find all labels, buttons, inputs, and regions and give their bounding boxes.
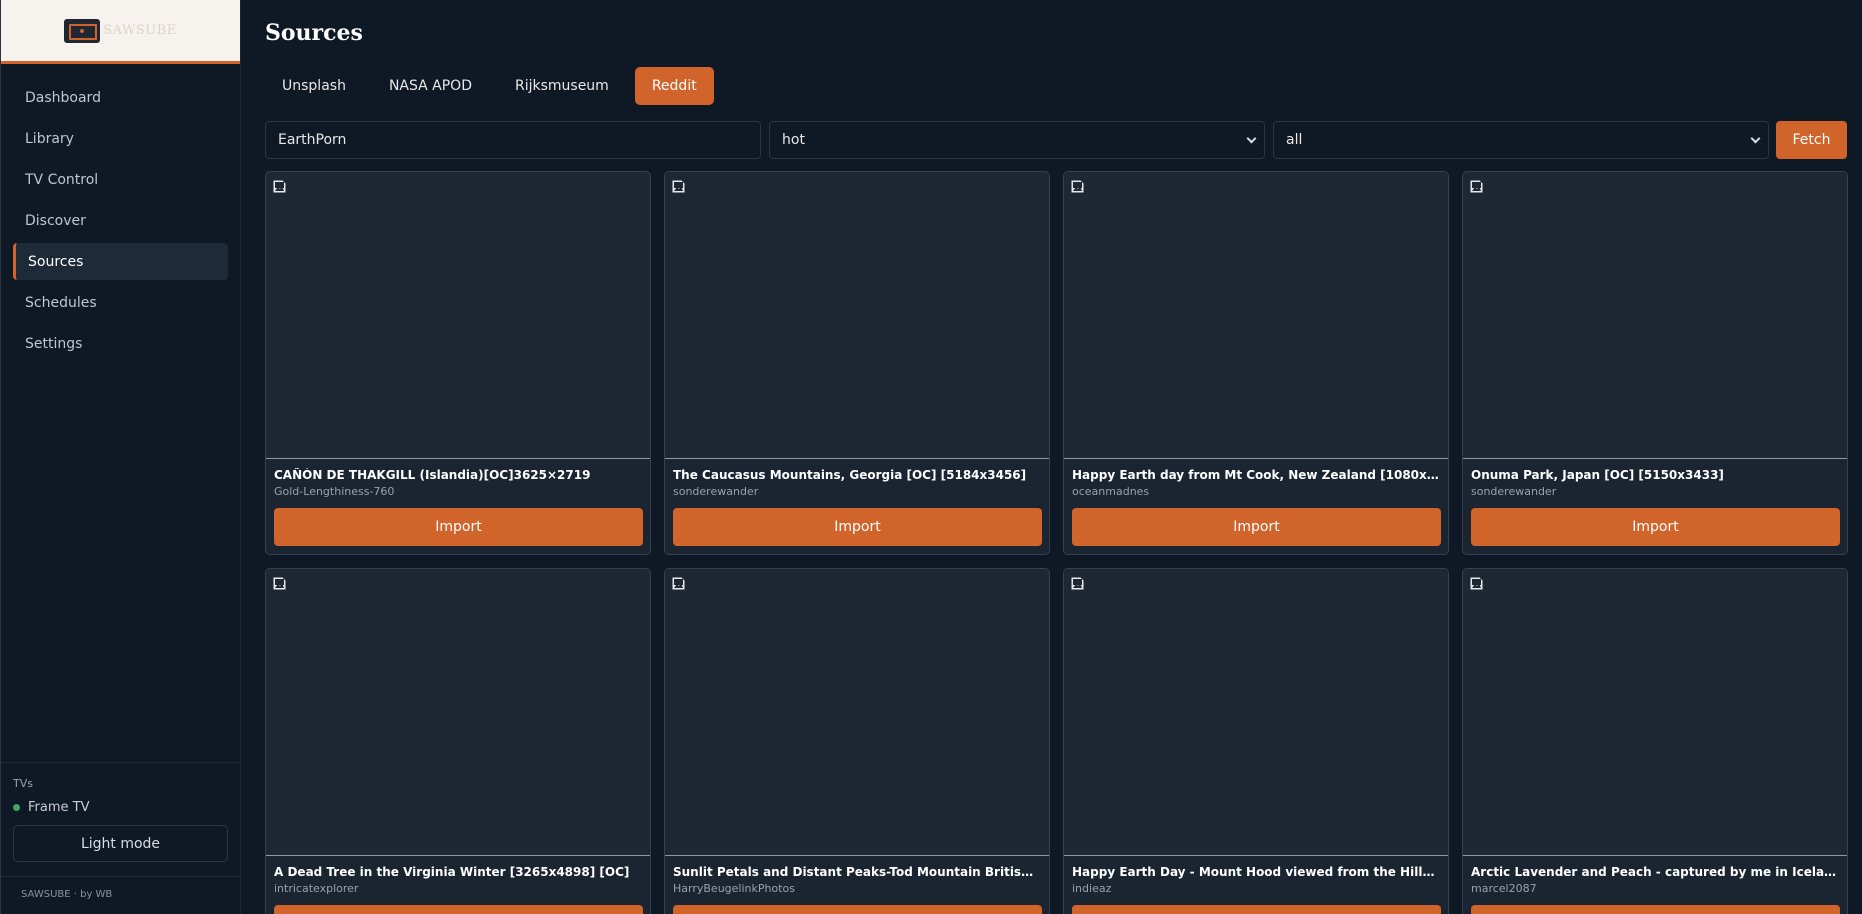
thumbnail-image[interactable]: [1463, 172, 1847, 459]
card-title: Happy Earth day from Mt Cook, New Zealan…: [1072, 468, 1440, 482]
sidebar-item-dashboard[interactable]: Dashboard: [13, 79, 228, 116]
broken-image-icon: [1071, 178, 1084, 193]
broken-image-icon: [1071, 575, 1084, 590]
fetch-controls: EarthPorn hot all Fetch: [265, 121, 1847, 159]
tv-item-label: Frame TV: [28, 800, 90, 815]
tab-nasa-apod[interactable]: NASA APOD: [372, 67, 489, 105]
sidebar-item-discover[interactable]: Discover: [13, 202, 228, 239]
sidebar-item-library[interactable]: Library: [13, 120, 228, 157]
result-card: A Dead Tree in the Virginia Winter [3265…: [265, 568, 651, 914]
tab-rijksmuseum[interactable]: Rijksmuseum: [498, 67, 626, 105]
thumbnail-image[interactable]: [1064, 569, 1448, 856]
import-button[interactable]: Import: [274, 508, 643, 546]
time-select[interactable]: all: [1273, 121, 1769, 159]
card-title: A Dead Tree in the Virginia Winter [3265…: [274, 865, 630, 879]
result-card: The Caucasus Mountains, Georgia [OC] [51…: [664, 171, 1050, 555]
thumbnail-image[interactable]: [665, 569, 1049, 856]
light-mode-button[interactable]: Light mode: [13, 825, 228, 862]
import-button[interactable]: Import: [274, 905, 643, 914]
card-title: CAÑÓN DE THAKGILL (Islandia)[OC]3625×271…: [274, 468, 591, 482]
tv-logo-icon: [64, 18, 101, 43]
sort-select[interactable]: hot: [769, 121, 1265, 159]
source-tabs: Unsplash NASA APOD Rijksmuseum Reddit: [265, 67, 723, 105]
result-card: Happy Earth day from Mt Cook, New Zealan…: [1063, 171, 1449, 555]
result-card: Sunlit Petals and Distant Peaks-Tod Moun…: [664, 568, 1050, 914]
import-button[interactable]: Import: [673, 508, 1042, 546]
logo[interactable]: SAWSUBE: [1, 0, 240, 64]
card-author: intricatexplorer: [274, 882, 359, 895]
sidebar-nav: Dashboard Library TV Control Discover So…: [1, 64, 240, 362]
tv-section: TVs Frame TV Light mode: [1, 762, 240, 862]
sort-value: hot: [782, 132, 805, 148]
card-title: The Caucasus Mountains, Georgia [OC] [51…: [673, 468, 1027, 482]
card-author: sonderewander: [1471, 485, 1557, 498]
sidebar: SAWSUBE Dashboard Library TV Control Dis…: [0, 0, 241, 914]
tv-item-frame-tv[interactable]: Frame TV: [13, 800, 228, 815]
result-card: Arctic Lavender and Peach - captured by …: [1462, 568, 1848, 914]
thumbnail-image[interactable]: [665, 172, 1049, 459]
broken-image-icon: [1470, 575, 1483, 590]
sidebar-item-schedules[interactable]: Schedules: [13, 284, 228, 321]
thumbnail-image[interactable]: [1463, 569, 1847, 856]
subreddit-input[interactable]: EarthPorn: [265, 121, 761, 159]
tv-status-dot-icon: [13, 804, 20, 811]
chevron-down-icon: [1750, 133, 1761, 144]
card-title: Onuma Park, Japan [OC] [5150x3433]: [1471, 468, 1724, 482]
import-button[interactable]: Import: [1072, 905, 1441, 914]
page-title: Sources: [265, 20, 363, 46]
card-author: indieaz: [1072, 882, 1112, 895]
subreddit-value: EarthPorn: [278, 132, 347, 148]
main-content: Sources Unsplash NASA APOD Rijksmuseum R…: [265, 0, 1848, 914]
logo-text: SAWSUBE: [103, 23, 177, 38]
import-button[interactable]: Import: [1072, 508, 1441, 546]
result-card: Onuma Park, Japan [OC] [5150x3433] sonder…: [1462, 171, 1848, 555]
import-button[interactable]: Import: [1471, 508, 1840, 546]
sidebar-item-sources[interactable]: Sources: [13, 243, 228, 280]
result-card: CAÑÓN DE THAKGILL (Islandia)[OC]3625×271…: [265, 171, 651, 555]
broken-image-icon: [273, 575, 286, 590]
card-author: marcel2087: [1471, 882, 1537, 895]
tab-unsplash[interactable]: Unsplash: [265, 67, 363, 105]
broken-image-icon: [1470, 178, 1483, 193]
tab-reddit[interactable]: Reddit: [634, 67, 714, 105]
chevron-down-icon: [1246, 133, 1257, 144]
card-title: Sunlit Petals and Distant Peaks-Tod Moun…: [673, 865, 1041, 879]
fetch-button[interactable]: Fetch: [1776, 121, 1847, 159]
sidebar-item-tv-control[interactable]: TV Control: [13, 161, 228, 198]
thumbnail-image[interactable]: [266, 569, 650, 856]
card-author: sonderewander: [673, 485, 759, 498]
import-button[interactable]: Import: [673, 905, 1042, 914]
card-title: Arctic Lavender and Peach - captured by …: [1471, 865, 1839, 879]
thumbnail-image[interactable]: [266, 172, 650, 459]
import-button[interactable]: Import: [1471, 905, 1840, 914]
card-title: Happy Earth Day - Mount Hood viewed from…: [1072, 865, 1440, 879]
tvs-heading: TVs: [13, 777, 33, 790]
footer-credit: SAWSUBE · by WB: [1, 876, 240, 900]
time-value: all: [1286, 132, 1303, 148]
thumbnail-image[interactable]: [1064, 172, 1448, 459]
result-card: Happy Earth Day - Mount Hood viewed from…: [1063, 568, 1449, 914]
card-author: oceanmadnes: [1072, 485, 1150, 498]
card-author: HarryBeugelinkPhotos: [673, 882, 795, 895]
sidebar-item-settings[interactable]: Settings: [13, 325, 228, 362]
broken-image-icon: [672, 575, 685, 590]
broken-image-icon: [672, 178, 685, 193]
broken-image-icon: [273, 178, 286, 193]
card-author: Gold-Lengthiness-760: [274, 485, 395, 498]
